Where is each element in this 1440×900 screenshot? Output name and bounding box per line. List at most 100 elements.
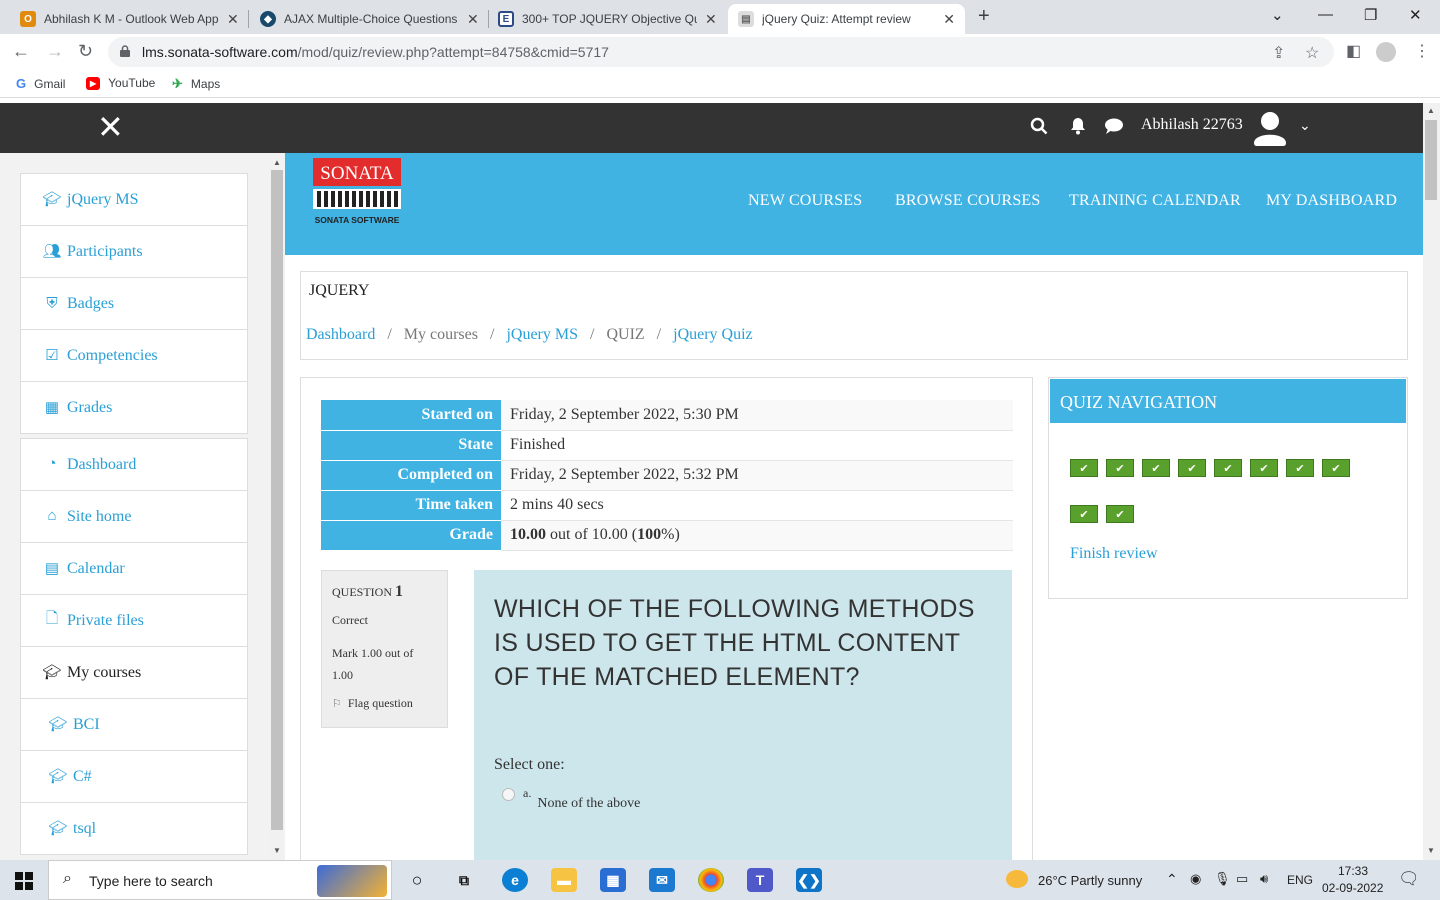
weather-icon[interactable] <box>1006 870 1028 888</box>
quiz-nav-question-button[interactable]: ✔ <box>1286 459 1314 477</box>
flag-question-link[interactable]: ⚐ Flag question <box>332 696 437 711</box>
breadcrumb-dashboard[interactable]: Dashboard <box>306 326 375 344</box>
scroll-down-icon[interactable]: ▼ <box>273 846 281 855</box>
quiz-nav-question-button[interactable]: ✔ <box>1214 459 1242 477</box>
drawer-item-csharp[interactable]: 🎓︎ C# <box>20 750 248 803</box>
drawer-item-private-files[interactable]: 🗋︎ Private files <box>20 594 248 647</box>
address-bar[interactable]: lms.sonata-software.com/mod/quiz/review.… <box>108 37 1334 67</box>
mail-icon[interactable]: ✉ <box>649 868 675 892</box>
user-name[interactable]: Abhilash 22763 <box>1141 116 1243 134</box>
windows-start-icon[interactable] <box>15 872 33 890</box>
check-icon: ✔ <box>1259 462 1269 475</box>
quiz-nav-question-button[interactable]: ✔ <box>1070 459 1098 477</box>
notification-bell-icon[interactable] <box>1070 117 1086 135</box>
nav-browse-courses[interactable]: BROWSE COURSES <box>895 192 1041 210</box>
clock-time[interactable]: 17:33 <box>1338 864 1368 878</box>
graduation-cap-icon: 🎓︎ <box>48 821 68 837</box>
reload-icon[interactable]: ↻ <box>78 41 93 62</box>
drawer-item-tsql[interactable]: 🎓︎ tsql <box>20 802 248 855</box>
close-drawer-icon[interactable]: ✕ <box>97 111 124 143</box>
quiz-nav-question-button[interactable]: ✔ <box>1106 505 1134 523</box>
drawer-item-competencies[interactable]: ☑ Competencies <box>20 329 248 382</box>
bookmark-maps[interactable]: ✈ Maps <box>172 76 220 92</box>
browser-tab[interactable]: E 300+ TOP JQUERY Objective Que ✕ <box>488 4 727 34</box>
chrome-icon[interactable] <box>698 868 724 892</box>
scroll-up-icon[interactable]: ▲ <box>1427 106 1435 115</box>
quiz-nav-question-button[interactable]: ✔ <box>1142 459 1170 477</box>
drawer-item-site-home[interactable]: ⌂ Site home <box>20 490 248 543</box>
drawer-item-jquery-ms[interactable]: 🎓︎ jQuery MS <box>20 173 248 226</box>
breadcrumb-jquery-ms[interactable]: jQuery MS <box>506 326 578 344</box>
new-tab-button[interactable]: + <box>978 5 990 28</box>
quiz-nav-question-button[interactable]: ✔ <box>1322 459 1350 477</box>
meet-now-icon[interactable]: ◉ <box>1190 871 1201 887</box>
edge-icon[interactable]: e <box>502 868 528 892</box>
nav-my-dashboard[interactable]: MY DASHBOARD <box>1266 192 1397 210</box>
drawer-item-calendar[interactable]: ▤ Calendar <box>20 542 248 595</box>
language-indicator[interactable]: ENG <box>1287 873 1313 887</box>
clock-date[interactable]: 02-09-2022 <box>1322 881 1383 895</box>
close-tab-icon[interactable]: ✕ <box>227 11 239 28</box>
cortana-icon[interactable]: ○ <box>404 868 430 892</box>
close-tab-icon[interactable]: ✕ <box>467 11 479 28</box>
browser-tab-active[interactable]: ▤ jQuery Quiz: Attempt review ✕ <box>728 4 965 34</box>
finish-review-link[interactable]: Finish review <box>1070 545 1158 563</box>
drawer-item-bci[interactable]: 🎓︎ BCI <box>20 698 248 751</box>
forward-icon[interactable]: → <box>46 41 64 62</box>
weather-text[interactable]: 26°C Partly sunny <box>1038 873 1142 888</box>
close-tab-icon[interactable]: ✕ <box>943 11 955 28</box>
vscode-icon[interactable]: ❮❯ <box>796 868 822 892</box>
bookmark-youtube[interactable]: ▶ YouTube <box>86 76 155 90</box>
close-window-icon[interactable]: ✕ <box>1409 6 1422 24</box>
microphone-icon[interactable]: 🎙︎ <box>1214 871 1231 887</box>
network-icon[interactable]: ▭ <box>1236 871 1248 887</box>
bookmark-gmail[interactable]: G Gmail <box>16 76 65 91</box>
search-icon[interactable] <box>1030 117 1048 135</box>
page-scrollbar[interactable] <box>1423 103 1440 860</box>
answer-option[interactable]: a. None of the above <box>502 786 640 812</box>
back-icon[interactable]: ← <box>12 41 30 62</box>
lock-icon <box>120 45 130 57</box>
tab-search-icon[interactable]: ⌄ <box>1271 6 1284 24</box>
task-view-icon[interactable]: ⧉ <box>451 868 477 892</box>
messages-icon[interactable] <box>1104 117 1124 135</box>
drawer-item-grades[interactable]: ▦ Grades <box>20 381 248 434</box>
taskbar-search-box[interactable]: ⌕ Type here to search <box>48 860 392 900</box>
sonata-logo[interactable]: SONATA SONATA SOFTWARE <box>309 158 405 228</box>
tray-chevron-icon[interactable]: ⌃ <box>1166 871 1178 888</box>
microsoft-store-icon[interactable]: ▦ <box>600 868 626 892</box>
drawer-item-participants[interactable]: 👥︎ Participants <box>20 225 248 278</box>
file-explorer-icon[interactable]: ▬ <box>551 868 577 892</box>
teams-icon[interactable]: T <box>747 868 773 892</box>
drawer-item-my-courses[interactable]: 🎓︎ My courses <box>20 646 248 699</box>
quiz-nav-question-button[interactable]: ✔ <box>1178 459 1206 477</box>
restore-icon[interactable]: ❐ <box>1364 6 1377 24</box>
quiz-nav-question-button[interactable]: ✔ <box>1070 505 1098 523</box>
nav-new-courses[interactable]: NEW COURSES <box>748 192 862 210</box>
quiz-nav-question-button[interactable]: ✔ <box>1250 459 1278 477</box>
menu-icon[interactable]: ⋮ <box>1414 41 1430 61</box>
nav-training-calendar[interactable]: TRAINING CALENDAR <box>1069 192 1241 210</box>
page-scrollbar-thumb[interactable] <box>1425 120 1437 200</box>
browser-tab[interactable]: ◆ AJAX Multiple-Choice Questions ✕ <box>250 4 489 34</box>
chevron-down-icon[interactable]: ⌄ <box>1299 117 1311 134</box>
side-panel-icon[interactable]: ◧ <box>1346 41 1361 61</box>
drawer-item-badges[interactable]: ⛨ Badges <box>20 277 248 330</box>
close-tab-icon[interactable]: ✕ <box>705 11 717 28</box>
scroll-down-icon[interactable]: ▼ <box>1427 846 1435 855</box>
drawer-scrollbar-thumb[interactable] <box>271 170 283 830</box>
volume-icon[interactable]: 🔊︎ <box>1260 871 1268 887</box>
drawer-item-dashboard[interactable]: ◔ Dashboard <box>20 438 248 491</box>
bookmark-star-icon[interactable]: ☆ <box>1305 43 1319 63</box>
share-icon[interactable]: ⇪ <box>1272 43 1285 63</box>
profile-icon[interactable] <box>1376 42 1396 62</box>
breadcrumb-jquery-quiz[interactable]: jQuery Quiz <box>673 326 753 344</box>
quiz-nav-question-button[interactable]: ✔ <box>1106 459 1134 477</box>
answer-radio[interactable] <box>502 788 515 801</box>
notifications-icon[interactable]: 🗨︎ <box>1398 869 1420 889</box>
minimize-icon[interactable]: — <box>1318 6 1333 23</box>
browser-tab[interactable]: O Abhilash K M - Outlook Web App ✕ <box>10 4 249 34</box>
user-avatar-icon[interactable] <box>1253 110 1287 146</box>
scroll-up-icon[interactable]: ▲ <box>273 158 281 167</box>
table-row: State Finished <box>321 430 1013 461</box>
